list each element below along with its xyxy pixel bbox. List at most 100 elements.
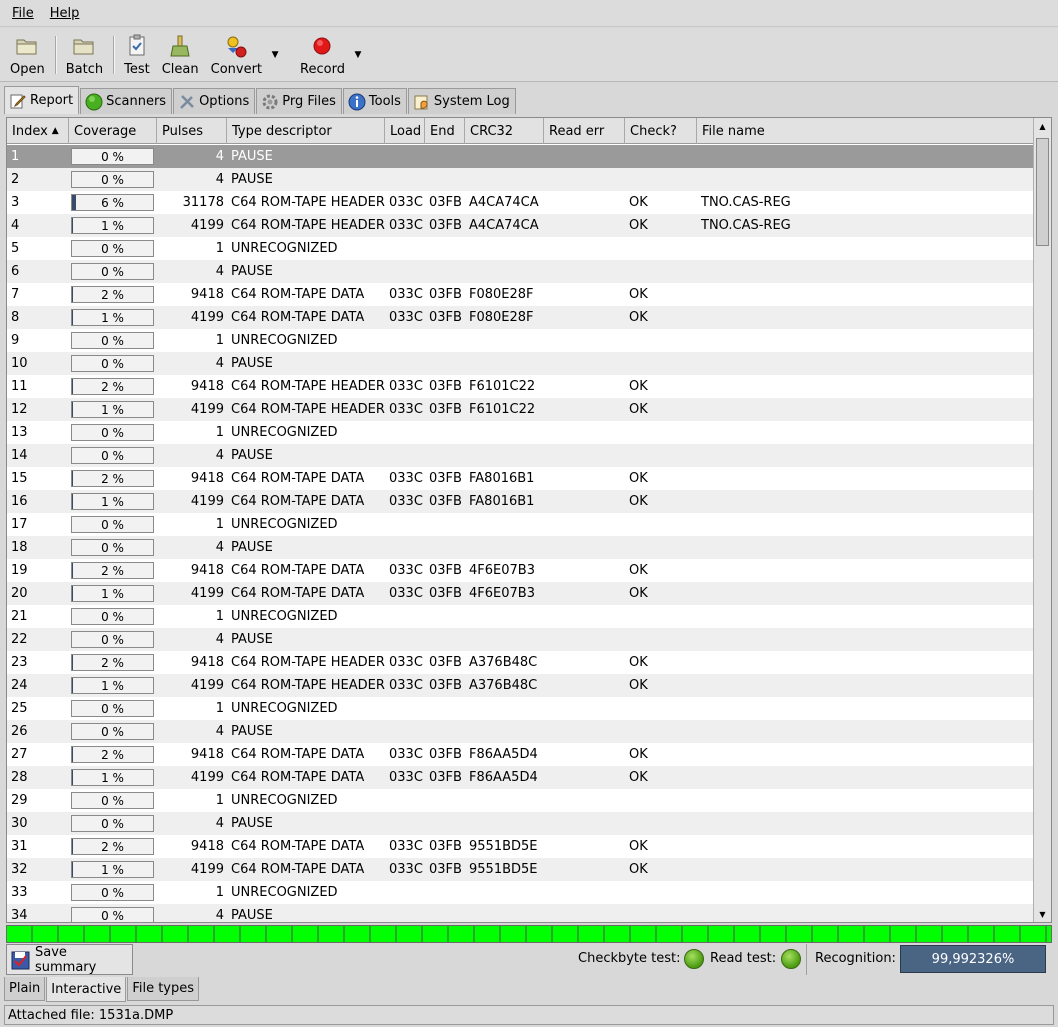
tab-file-types-label: File types <box>132 981 195 996</box>
cell-crc32 <box>465 168 544 191</box>
cell-load <box>385 697 425 720</box>
tab-file-types[interactable]: File types <box>127 977 200 1001</box>
table-row[interactable]: 26 0 % 4 PAUSE <box>7 720 1033 743</box>
cell-load: 033C <box>389 862 423 877</box>
table-row[interactable]: 22 0 % 4 PAUSE <box>7 628 1033 651</box>
scroll-down-icon[interactable]: ▼ <box>1034 906 1051 922</box>
table-row[interactable]: 5 0 % 1 UNRECOGNIZED <box>7 237 1033 260</box>
tab-options[interactable]: Options <box>173 88 256 114</box>
table-row[interactable]: 8 1 % 4199 C64 ROM-TAPE DATA 033C 03FB F080E28… <box>7 306 1033 329</box>
table-row[interactable]: 1 0 % 4 PAUSE <box>7 145 1033 168</box>
cell-pulses: 4 <box>215 540 224 555</box>
coverage-progress-bar: 0 % <box>71 447 154 464</box>
table-row[interactable]: 21 0 % 1 UNRECOGNIZED <box>7 605 1033 628</box>
coverage-progress-bar: 0 % <box>71 700 154 717</box>
table-row[interactable]: 9 0 % 1 UNRECOGNIZED <box>7 329 1033 352</box>
table-row[interactable]: 16 1 % 4199 C64 ROM-TAPE DATA 033C 03FB FA8016… <box>7 490 1033 513</box>
tab-prg-files[interactable]: Prg Files <box>256 88 342 114</box>
table-row[interactable]: 6 0 % 4 PAUSE <box>7 260 1033 283</box>
clean-button[interactable]: Clean <box>156 28 205 82</box>
scrollbar-thumb[interactable] <box>1036 138 1049 246</box>
convert-button[interactable]: Convert <box>205 28 268 82</box>
col-read-err[interactable]: Read err <box>544 118 625 144</box>
convert-dropdown-icon[interactable]: ▼ <box>268 28 282 82</box>
table-row[interactable]: 7 2 % 9418 C64 ROM-TAPE DATA 033C 03FB F080E28… <box>7 283 1033 306</box>
tab-system-log[interactable]: System Log <box>407 88 516 114</box>
record-dropdown-icon[interactable]: ▼ <box>351 28 365 82</box>
table-row[interactable]: 11 2 % 9418 C64 ROM-TAPE HEADER 033C 03FB F610… <box>7 375 1033 398</box>
table-row[interactable]: 32 1 % 4199 C64 ROM-TAPE DATA 033C 03FB 9551BD… <box>7 858 1033 881</box>
test-button[interactable]: Test <box>118 28 156 82</box>
table-row[interactable]: 14 0 % 4 PAUSE <box>7 444 1033 467</box>
menu-help[interactable]: Help <box>46 6 84 21</box>
save-summary-button[interactable]: Save summary <box>6 944 133 975</box>
record-button[interactable]: Record <box>294 28 351 82</box>
tab-interactive[interactable]: Interactive <box>46 977 127 1002</box>
col-type[interactable]: Type descriptor <box>227 118 385 144</box>
table-row[interactable]: 31 2 % 9418 C64 ROM-TAPE DATA 033C 03FB 9551BD… <box>7 835 1033 858</box>
col-index-label: Index <box>12 123 48 139</box>
batch-button[interactable]: Batch <box>60 28 109 82</box>
col-check[interactable]: Check? <box>625 118 697 144</box>
table-row[interactable]: 27 2 % 9418 C64 ROM-TAPE DATA 033C 03FB F86AA5… <box>7 743 1033 766</box>
table-row[interactable]: 29 0 % 1 UNRECOGNIZED <box>7 789 1033 812</box>
table-row[interactable]: 10 0 % 4 PAUSE <box>7 352 1033 375</box>
cell-read-err <box>544 398 625 421</box>
cell-check: OK <box>629 678 648 693</box>
cell-index: 34 <box>11 908 28 923</box>
table-row[interactable]: 18 0 % 4 PAUSE <box>7 536 1033 559</box>
table-row[interactable]: 20 1 % 4199 C64 ROM-TAPE DATA 033C 03FB 4F6E07… <box>7 582 1033 605</box>
col-index[interactable]: Index ▲ <box>7 118 69 144</box>
table-row[interactable]: 28 1 % 4199 C64 ROM-TAPE DATA 033C 03FB F86AA5… <box>7 766 1033 789</box>
menu-file-label: File <box>12 5 34 21</box>
cell-read-err <box>544 559 625 582</box>
col-file-name[interactable]: File name <box>697 118 1033 144</box>
col-end[interactable]: End <box>425 118 465 144</box>
table-row[interactable]: 3 6 % 31178 C64 ROM-TAPE HEADER 033C 03FB A4CA… <box>7 191 1033 214</box>
table-row[interactable]: 23 2 % 9418 C64 ROM-TAPE HEADER 033C 03FB A376… <box>7 651 1033 674</box>
cell-type-descriptor: C64 ROM-TAPE HEADER <box>231 379 385 394</box>
cell-end: 03FB <box>429 310 462 325</box>
col-coverage[interactable]: Coverage <box>69 118 157 144</box>
tab-scanners[interactable]: Scanners <box>80 88 173 114</box>
cell-load: 033C <box>389 195 423 210</box>
vertical-scrollbar[interactable]: ▲ ▼ <box>1033 118 1051 922</box>
coverage-progress-bar: 2 % <box>71 838 154 855</box>
tab-plain[interactable]: Plain <box>4 977 46 1001</box>
table-row[interactable]: 34 0 % 4 PAUSE <box>7 904 1033 923</box>
table-row[interactable]: 33 0 % 1 UNRECOGNIZED <box>7 881 1033 904</box>
cell-crc32: F080E28F <box>469 287 534 302</box>
menu-file[interactable]: File <box>8 6 38 21</box>
table-row[interactable]: 19 2 % 9418 C64 ROM-TAPE DATA 033C 03FB 4F6E07… <box>7 559 1033 582</box>
coverage-progress-bar: 0 % <box>71 516 154 533</box>
scroll-up-icon[interactable]: ▲ <box>1034 118 1051 134</box>
cell-type-descriptor: UNRECOGNIZED <box>231 793 338 808</box>
cell-pulses: 1 <box>215 333 224 348</box>
batch-label: Batch <box>65 62 104 77</box>
table-row[interactable]: 15 2 % 9418 C64 ROM-TAPE DATA 033C 03FB FA8016… <box>7 467 1033 490</box>
col-pulses[interactable]: Pulses <box>157 118 227 144</box>
cell-crc32 <box>465 513 544 536</box>
tab-tools[interactable]: Tools <box>342 88 407 114</box>
table-row[interactable]: 13 0 % 1 UNRECOGNIZED <box>7 421 1033 444</box>
table-row[interactable]: 4 1 % 4199 C64 ROM-TAPE HEADER 033C 03FB A4CA7… <box>7 214 1033 237</box>
col-load[interactable]: Load <box>385 118 425 144</box>
table-row[interactable]: 12 1 % 4199 C64 ROM-TAPE HEADER 033C 03FB F610… <box>7 398 1033 421</box>
coverage-progress-bar: 1 % <box>71 401 154 418</box>
col-crc32[interactable]: CRC32 <box>465 118 544 144</box>
cell-index: 2 <box>11 172 20 187</box>
table-row[interactable]: 2 0 % 4 PAUSE <box>7 168 1033 191</box>
table-row[interactable]: 17 0 % 1 UNRECOGNIZED <box>7 513 1033 536</box>
coverage-progress-label: 1 % <box>101 494 124 509</box>
open-button[interactable]: Open <box>4 28 51 82</box>
coverage-progress-bar: 0 % <box>71 792 154 809</box>
cell-coverage: 2 % <box>69 375 157 398</box>
cell-crc32 <box>465 881 544 904</box>
table-row[interactable]: 24 1 % 4199 C64 ROM-TAPE HEADER 033C 03FB A376… <box>7 674 1033 697</box>
tab-tools-label: Tools <box>368 94 401 109</box>
table-row[interactable]: 30 0 % 4 PAUSE <box>7 812 1033 835</box>
tab-report[interactable]: Report <box>4 86 80 114</box>
table-row[interactable]: 25 0 % 1 UNRECOGNIZED <box>7 697 1033 720</box>
cell-load <box>385 904 425 922</box>
cell-crc32 <box>465 352 544 375</box>
